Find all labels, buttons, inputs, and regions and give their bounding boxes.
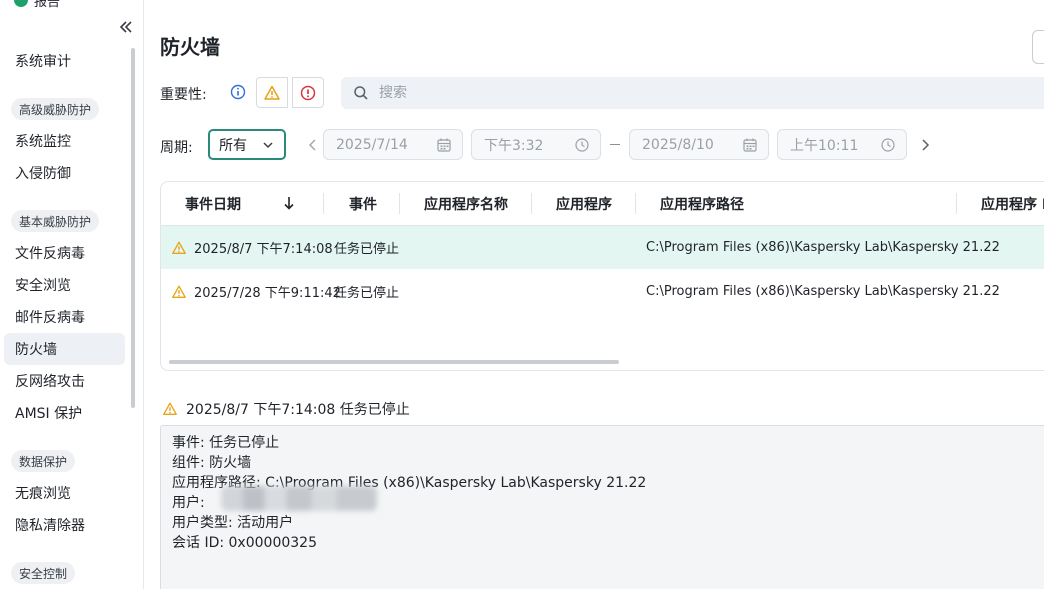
column-separator[interactable] xyxy=(956,193,957,214)
warning-icon xyxy=(172,241,186,254)
cell-event: 任务已停止 xyxy=(334,286,400,301)
column-header-label: 事件 xyxy=(349,196,377,213)
detail-session-id: 会话 ID: 0x00000325 xyxy=(172,535,317,551)
column-header-label: 应用程序 xyxy=(556,196,612,213)
severity-label: 重要性: xyxy=(160,87,207,103)
time-from-value: 下午3:32 xyxy=(484,137,544,154)
sidebar-item-network-attack[interactable]: 反网络攻击 xyxy=(4,365,125,397)
sidebar-item-system-watcher[interactable]: 系统监控 xyxy=(4,125,125,157)
cell-path: C:\Program Files (x86)\Kaspersky Lab\Kas… xyxy=(646,284,1000,299)
table-row[interactable]: 2025/7/28 下午9:11:42 任务已停止 C:\Program Fil… xyxy=(161,270,1044,313)
detail-title-text: 2025/8/7 下午7:14:08 任务已停止 xyxy=(186,402,410,418)
period-select[interactable]: 所有 xyxy=(208,129,286,160)
column-header-label: 事件日期 xyxy=(185,196,241,213)
sidebar: 报告 系统审计高级威胁防护系统监控 入侵防御基本威胁防护文件反病毒 安全浏览 邮件反病… xyxy=(0,0,144,589)
sidebar-item-privacy-cleaner[interactable]: 隐私清除器 xyxy=(4,509,125,541)
chevron-left-icon xyxy=(308,139,316,151)
clock-icon xyxy=(575,138,589,152)
date-to-field[interactable]: 2025/8/10 xyxy=(629,129,769,160)
sidebar-item-amsi[interactable]: AMSI 保护 xyxy=(4,397,125,429)
sidebar-scrollbar[interactable] xyxy=(131,48,135,408)
sort-descending-icon[interactable] xyxy=(281,195,297,215)
period-select-value: 所有 xyxy=(219,137,247,154)
column-header-app-extra[interactable]: 应用程序 P xyxy=(981,182,1044,225)
detail-event: 事件: 任务已停止 xyxy=(172,435,280,451)
sidebar-group-advanced-threat: 高级威胁防护 xyxy=(11,98,100,120)
arrow-down-icon xyxy=(284,197,294,210)
double-chevron-left-icon xyxy=(119,21,132,33)
previous-period-button[interactable] xyxy=(306,137,320,153)
column-header-label: 应用程序 P xyxy=(981,196,1044,213)
column-header-app[interactable]: 应用程序 xyxy=(556,182,612,225)
clock-icon xyxy=(881,138,895,152)
cell-date: 2025/8/7 下午7:14:08 xyxy=(194,242,333,257)
brand: 报告 xyxy=(14,0,61,10)
sidebar-item-mail-antivirus[interactable]: 邮件反病毒 xyxy=(4,301,125,333)
calendar-icon xyxy=(437,138,451,152)
events-table: 事件日期 事件 应用程序名称 应用程序 应用程序路径 应用程序 P xyxy=(160,181,1044,371)
shield-logo-icon xyxy=(14,0,28,7)
cell-path: C:\Program Files (x86)\Kaspersky Lab\Kas… xyxy=(646,240,1000,255)
time-to-value: 上午10:11 xyxy=(790,137,859,154)
critical-icon xyxy=(300,85,316,100)
column-separator[interactable] xyxy=(531,193,532,214)
sidebar-group-data-protection: 数据保护 xyxy=(11,450,76,472)
table-horizontal-scrollbar[interactable] xyxy=(169,360,619,364)
warning-icon xyxy=(163,402,177,415)
warning-icon xyxy=(172,285,186,298)
severity-warning-toggle[interactable] xyxy=(256,77,288,108)
detail-user-type: 用户类型: 活动用户 xyxy=(172,515,294,531)
search-bar xyxy=(341,77,1044,109)
chevron-down-icon xyxy=(263,142,273,149)
severity-critical-toggle[interactable] xyxy=(292,77,324,108)
sidebar-item-system-audit[interactable]: 系统审计 xyxy=(4,45,125,77)
severity-info-toggle[interactable] xyxy=(228,82,248,102)
main-content: 防火墙 重要性: 周期: 所有 xyxy=(144,0,1044,589)
redacted-user-blur xyxy=(221,486,377,511)
search-input[interactable] xyxy=(377,84,981,102)
collapse-sidebar-button[interactable] xyxy=(116,17,136,37)
event-details[interactable]: 事件: 任务已停止 组件: 防火墙 应用程序路径: C:\Program Fil… xyxy=(160,425,1044,589)
column-header-event-date[interactable]: 事件日期 xyxy=(185,182,241,225)
cell-date: 2025/7/28 下午9:11:42 xyxy=(194,286,341,301)
search-icon xyxy=(354,86,368,100)
detail-title: 2025/8/7 下午7:14:08 任务已停止 xyxy=(162,399,410,419)
date-range-separator xyxy=(610,144,620,145)
export-button[interactable] xyxy=(1032,30,1044,64)
column-header-app-name[interactable]: 应用程序名称 xyxy=(424,182,508,225)
sidebar-group-essential-threat: 基本威胁防护 xyxy=(11,210,100,232)
calendar-icon xyxy=(743,138,757,152)
info-icon xyxy=(230,84,246,100)
page-title: 防火墙 xyxy=(160,35,220,59)
column-header-app-path[interactable]: 应用程序路径 xyxy=(660,182,744,225)
next-period-button[interactable] xyxy=(918,137,932,153)
sidebar-item-private-browsing[interactable]: 无痕浏览 xyxy=(4,477,125,509)
date-to-value: 2025/8/10 xyxy=(642,136,714,153)
time-from-field[interactable]: 下午3:32 xyxy=(471,129,601,160)
column-separator[interactable] xyxy=(635,193,636,214)
chevron-right-icon xyxy=(922,139,930,151)
cell-event: 任务已停止 xyxy=(334,242,400,257)
column-header-label: 应用程序名称 xyxy=(424,196,508,213)
time-to-field[interactable]: 上午10:11 xyxy=(777,129,907,160)
brand-label: 报告 xyxy=(34,0,61,10)
date-from-value: 2025/7/14 xyxy=(336,136,408,153)
sidebar-item-intrusion-prevention[interactable]: 入侵防御 xyxy=(4,157,125,189)
sidebar-item-firewall[interactable]: 防火墙 xyxy=(4,333,125,365)
column-header-event[interactable]: 事件 xyxy=(349,182,377,225)
sidebar-item-file-antivirus[interactable]: 文件反病毒 xyxy=(4,237,125,269)
warning-icon xyxy=(264,85,280,100)
column-separator[interactable] xyxy=(399,193,400,214)
table-row[interactable]: 2025/8/7 下午7:14:08 任务已停止 C:\Program File… xyxy=(161,226,1044,269)
detail-component: 组件: 防火墙 xyxy=(172,455,252,471)
sidebar-item-safe-browsing[interactable]: 安全浏览 xyxy=(4,269,125,301)
period-label: 周期: xyxy=(160,140,193,156)
column-separator[interactable] xyxy=(323,193,324,214)
column-header-label: 应用程序路径 xyxy=(660,196,744,213)
date-from-field[interactable]: 2025/7/14 xyxy=(323,129,463,160)
sidebar-group-security-control: 安全控制 xyxy=(11,562,76,584)
